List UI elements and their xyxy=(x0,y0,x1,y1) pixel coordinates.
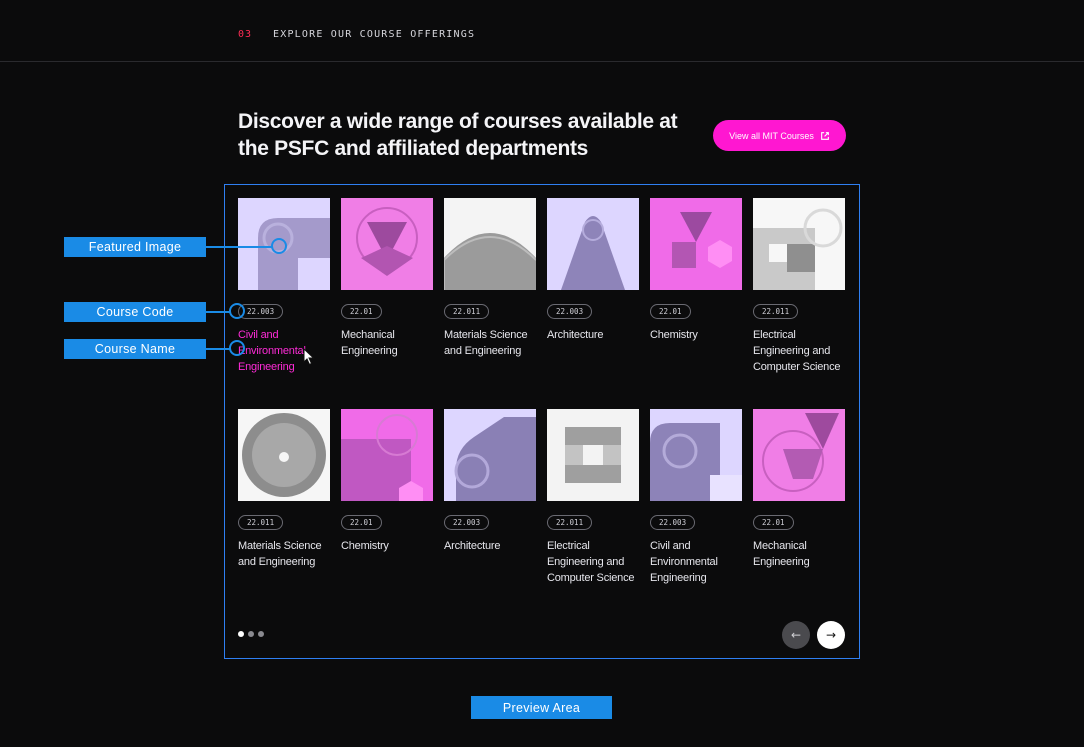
course-art-image xyxy=(650,409,742,501)
course-code-badge: 22.011 xyxy=(547,515,593,530)
course-code-badge: 22.01 xyxy=(341,304,382,319)
course-card[interactable]: 22.01 Mechanical Engineering xyxy=(753,409,845,568)
course-code-badge: 22.011 xyxy=(238,515,284,530)
annotation-preview-area: Preview Area xyxy=(471,696,612,719)
course-name-link[interactable]: Chemistry xyxy=(341,538,437,554)
course-art-image xyxy=(341,198,433,290)
featured-image[interactable] xyxy=(444,409,536,501)
course-code-badge: 22.003 xyxy=(547,304,593,319)
featured-image[interactable] xyxy=(650,198,742,290)
arrow-left-icon: ← xyxy=(790,628,802,642)
annotation-marker xyxy=(229,303,245,319)
course-card[interactable]: 22.01 Chemistry xyxy=(341,409,433,552)
course-code-badge: 22.01 xyxy=(650,304,691,319)
pagination-dot-3[interactable] xyxy=(258,631,264,637)
arrow-right-icon: → xyxy=(825,628,837,642)
course-name-link[interactable]: Materials Science and Engineering xyxy=(444,327,540,359)
course-name-link[interactable]: Architecture xyxy=(444,538,540,554)
course-name-link[interactable]: Mechanical Engineering xyxy=(341,327,437,359)
mouse-pointer-icon xyxy=(303,348,315,366)
course-art-image xyxy=(444,409,536,501)
course-art-image xyxy=(444,198,536,290)
course-art-image xyxy=(238,409,330,501)
featured-image[interactable] xyxy=(547,409,639,501)
featured-image[interactable] xyxy=(341,198,433,290)
course-card[interactable]: 22.003 Architecture xyxy=(547,198,639,341)
featured-image[interactable] xyxy=(753,409,845,501)
course-card[interactable]: 22.003 Architecture xyxy=(444,409,536,552)
annotation-connector xyxy=(206,311,230,313)
course-card[interactable]: 22.011 Electrical Engineering and Compute… xyxy=(547,409,639,584)
carousel-pagination xyxy=(238,631,264,637)
course-name-link[interactable]: Electrical Engineering and Computer Scie… xyxy=(547,538,643,586)
annotation-connector xyxy=(206,348,230,350)
course-card[interactable]: 22.011 Materials Science and Engineering xyxy=(238,409,330,568)
course-name-link[interactable]: Civil and Environmental Engineering xyxy=(650,538,746,586)
annotation-marker xyxy=(229,340,245,356)
featured-image[interactable] xyxy=(238,409,330,501)
course-name-link[interactable]: Civil and Environmental Engineering xyxy=(238,327,334,375)
course-name-link[interactable]: Mechanical Engineering xyxy=(753,538,849,570)
course-card[interactable]: 22.011 Materials Science and Engineering xyxy=(444,198,536,357)
featured-image[interactable] xyxy=(341,409,433,501)
view-all-courses-button[interactable]: View all MIT Courses xyxy=(713,120,846,151)
external-link-icon xyxy=(820,131,829,140)
carousel-next-button[interactable]: → xyxy=(817,621,845,649)
section-title: EXPLORE OUR COURSE OFFERINGS xyxy=(273,29,476,40)
view-all-courses-label: View all MIT Courses xyxy=(729,130,814,141)
course-code-badge: 22.01 xyxy=(341,515,382,530)
featured-image[interactable] xyxy=(547,198,639,290)
annotation-connector xyxy=(206,246,272,248)
course-card[interactable]: 22.003 Civil and Environmental Engineerin… xyxy=(650,409,742,584)
course-name-link[interactable]: Materials Science and Engineering xyxy=(238,538,334,570)
featured-image[interactable] xyxy=(444,198,536,290)
carousel-prev-button[interactable]: ← xyxy=(782,621,810,649)
course-name-link[interactable]: Architecture xyxy=(547,327,643,343)
section-header: 03 EXPLORE OUR COURSE OFFERINGS xyxy=(0,0,1084,62)
course-code-badge: 22.011 xyxy=(444,304,490,319)
pagination-dot-1[interactable] xyxy=(238,631,244,637)
annotation-course-code: Course Code xyxy=(64,302,206,322)
course-code-badge: 22.011 xyxy=(753,304,799,319)
annotation-course-name: Course Name xyxy=(64,339,206,359)
annotation-marker xyxy=(271,238,287,254)
course-card[interactable]: 22.011 Electrical Engineering and Compute… xyxy=(753,198,845,373)
course-art-image xyxy=(753,198,845,290)
course-code-badge: 22.003 xyxy=(650,515,696,530)
course-name-link[interactable]: Chemistry xyxy=(650,327,746,343)
course-art-image xyxy=(650,198,742,290)
course-art-image xyxy=(547,198,639,290)
course-art-image xyxy=(547,409,639,501)
course-code-badge: 22.003 xyxy=(444,515,490,530)
course-art-image xyxy=(341,409,433,501)
annotation-featured-image: Featured Image xyxy=(64,237,206,257)
featured-image[interactable] xyxy=(753,198,845,290)
section-number: 03 xyxy=(238,29,253,40)
course-card[interactable]: 22.01 Chemistry xyxy=(650,198,742,341)
pagination-dot-2[interactable] xyxy=(248,631,254,637)
course-card[interactable]: 22.01 Mechanical Engineering xyxy=(341,198,433,357)
course-code-badge: 22.01 xyxy=(753,515,794,530)
course-name-link[interactable]: Electrical Engineering and Computer Scie… xyxy=(753,327,849,375)
featured-image[interactable] xyxy=(650,409,742,501)
course-art-image xyxy=(753,409,845,501)
page-headline: Discover a wide range of courses availab… xyxy=(238,110,678,160)
